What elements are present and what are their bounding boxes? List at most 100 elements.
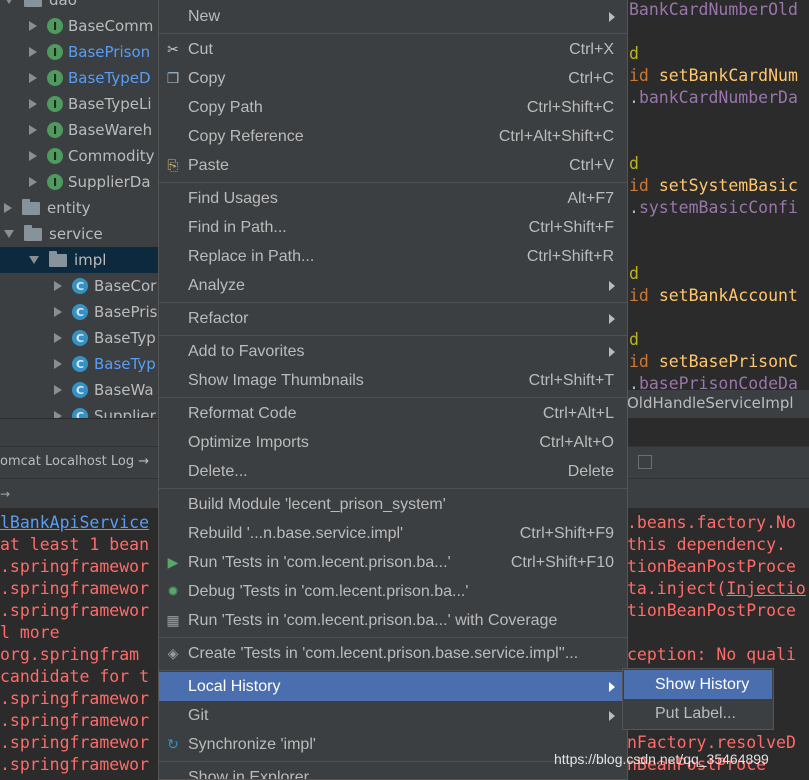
tree-item-entity[interactable]: entity (0, 195, 160, 221)
tree-item-basecor[interactable]: C BaseCor (0, 273, 160, 299)
menu-item-run-tests-in-com-lecent-prison-ba[interactable]: ▶ Run 'Tests in 'com.lecent.prison.ba...'… (159, 548, 627, 577)
grid-icon[interactable] (638, 455, 652, 469)
code-token: setBankAccount (658, 286, 798, 305)
tree-item-label: BaseTyp (94, 329, 156, 347)
menu-item-refactor[interactable]: Refactor (159, 304, 627, 333)
menu-separator (159, 335, 627, 336)
tree-item-label: SupplierDa (68, 173, 151, 191)
tree-item-supplierda[interactable]: I SupplierDa (0, 169, 160, 195)
menu-item-label: Show Image Thumbnails (188, 371, 364, 389)
tree-item-basecomm[interactable]: I BaseComm (0, 13, 160, 39)
class-icon: C (72, 408, 88, 418)
interface-icon: I (47, 18, 63, 34)
expand-arrow-right-icon[interactable] (54, 385, 62, 395)
tab-tomcat-localhost-log[interactable]: omcat Localhost Log → (0, 454, 149, 469)
arrow-right-icon[interactable]: → (0, 487, 10, 501)
tree-item-basetyp[interactable]: C BaseTyp (0, 325, 160, 351)
submenu-arrow-icon (609, 346, 615, 357)
menu-item-show-image-thumbnails[interactable]: Show Image Thumbnails Ctrl+Shift+T (159, 366, 627, 395)
context-menu: New ✂ Cut Ctrl+X ❐ Copy Ctrl+C Copy Path Ctrl+Sh… (158, 0, 628, 780)
menu-item-reformat-code[interactable]: Reformat Code Ctrl+Alt+L (159, 399, 627, 428)
submenu-arrow-icon (609, 280, 615, 291)
tree-item-baseprison[interactable]: I BasePrison (0, 39, 160, 65)
code-editor[interactable]: BankCardNumberOld d id setBankCardNum .bank… (627, 0, 809, 390)
menu-item-new[interactable]: New (159, 2, 627, 31)
menu-item-rebuild-n-base-service-impl[interactable]: Rebuild '...n.base.service.impl' Ctrl+Shi… (159, 519, 627, 548)
console-source-link[interactable]: Injectio (726, 579, 805, 598)
tree-item-basewa[interactable]: C BaseWa (0, 377, 160, 403)
menu-item-find-usages[interactable]: Find Usages Alt+F7 (159, 184, 627, 213)
tree-item-basepris[interactable]: C BasePris (0, 299, 160, 325)
expand-arrow-right-icon[interactable] (54, 333, 62, 343)
menu-item-copy[interactable]: ❐ Copy Ctrl+C (159, 64, 627, 93)
menu-item-shortcut: Ctrl+C (568, 69, 614, 87)
tree-item-basetypeli[interactable]: I BaseTypeLi (0, 91, 160, 117)
menu-item-create-tests-in-com-lecent-prison-base-s[interactable]: ◈ Create 'Tests in 'com.lecent.prison.bas… (159, 639, 627, 668)
expand-arrow-right-icon[interactable] (29, 177, 37, 187)
code-line: id setBasePrisonC (629, 350, 798, 374)
menu-item-run-tests-in-com-lecent-prison-ba-with-c[interactable]: ▦ Run 'Tests in 'com.lecent.prison.ba...'… (159, 606, 627, 635)
tree-item-service[interactable]: service (0, 221, 160, 247)
editor-breadcrumb-label: OldHandleServiceImpl (627, 394, 794, 412)
class-icon: C (72, 278, 88, 294)
expand-arrow-right-icon[interactable] (4, 203, 12, 213)
code-line: id setBankCardNum (629, 64, 798, 88)
menu-item-git[interactable]: Git (159, 701, 627, 730)
code-token: d (629, 264, 639, 283)
tree-panel-gap (0, 418, 160, 446)
expand-arrow-right-icon[interactable] (29, 21, 37, 31)
menu-item-optimize-imports[interactable]: Optimize Imports Ctrl+Alt+O (159, 428, 627, 457)
tree-item-dao[interactable]: dao (0, 0, 160, 13)
expand-arrow-right-icon[interactable] (54, 359, 62, 369)
expand-arrow-right-icon[interactable] (29, 125, 37, 135)
tree-item-basetyped[interactable]: I BaseTypeD (0, 65, 160, 91)
watermark: https://blog.csdn.net/qq_35464899 (554, 751, 769, 767)
menu-item-copy-path[interactable]: Copy Path Ctrl+Shift+C (159, 93, 627, 122)
expand-arrow-down-icon[interactable] (4, 230, 14, 238)
menu-item-label: Add to Favorites (188, 342, 305, 360)
menu-item-copy-reference[interactable]: Copy Reference Ctrl+Alt+Shift+C (159, 122, 627, 151)
menu-item-delete[interactable]: Delete... Delete (159, 457, 627, 486)
tree-item-label: Commodity (68, 147, 155, 165)
menu-item-cut[interactable]: ✂ Cut Ctrl+X (159, 35, 627, 64)
expand-arrow-right-icon[interactable] (54, 307, 62, 317)
submenu-item-put-label[interactable]: Put Label... (624, 699, 772, 728)
menu-item-build-module-lecent-prison-system[interactable]: Build Module 'lecent_prison_system' (159, 490, 627, 519)
expand-arrow-right-icon[interactable] (29, 151, 37, 161)
console-text: ta.inject( (627, 579, 727, 598)
tree-item-basetyp[interactable]: C BaseTyp (0, 351, 160, 377)
menu-item-paste[interactable]: ⎘ Paste Ctrl+V (159, 151, 627, 180)
expand-arrow-right-icon[interactable] (29, 47, 37, 57)
expand-arrow-right-icon[interactable] (29, 99, 37, 109)
expand-arrow-right-icon[interactable] (54, 281, 62, 291)
scissors-icon: ✂ (167, 41, 179, 57)
menu-item-shortcut: Ctrl+Alt+Shift+C (498, 127, 614, 145)
menu-item-shortcut: Ctrl+Shift+F10 (510, 553, 614, 571)
tree-item-commodity[interactable]: I Commodity (0, 143, 160, 169)
tree-item-impl[interactable]: impl (0, 247, 160, 273)
interface-icon: I (47, 96, 63, 112)
console-link[interactable]: lBankApiService (0, 512, 149, 534)
console-line: .springframewor (0, 689, 150, 708)
submenu-item-show-history[interactable]: Show History (624, 670, 772, 699)
expand-arrow-right-icon[interactable] (54, 411, 62, 418)
class-icon: C (72, 304, 88, 320)
menu-item-local-history[interactable]: Local History (159, 672, 627, 701)
menu-item-find-in-path[interactable]: Find in Path... Ctrl+Shift+F (159, 213, 627, 242)
code-line: d (629, 42, 639, 66)
tree-item-label: entity (47, 199, 91, 217)
paste-icon: ⎘ (167, 157, 179, 173)
menu-item-add-to-favorites[interactable]: Add to Favorites (159, 337, 627, 366)
expand-arrow-right-icon[interactable] (29, 73, 37, 83)
menu-item-replace-in-path[interactable]: Replace in Path... Ctrl+Shift+R (159, 242, 627, 271)
menu-separator (159, 670, 627, 671)
expand-arrow-down-icon[interactable] (4, 0, 14, 4)
expand-arrow-down-icon[interactable] (29, 256, 39, 264)
menu-item-analyze[interactable]: Analyze (159, 271, 627, 300)
tree-item-basewareh[interactable]: I BaseWareh (0, 117, 160, 143)
submenu-arrow-icon (609, 11, 615, 22)
menu-item-debug-tests-in-com-lecent-prison-ba[interactable]: ✹ Debug 'Tests in 'com.lecent.prison.ba..… (159, 577, 627, 606)
tree-item-label: Supplier (94, 407, 156, 418)
menu-item-label: Optimize Imports (188, 433, 309, 451)
tree-item-supplier[interactable]: C Supplier (0, 403, 160, 418)
